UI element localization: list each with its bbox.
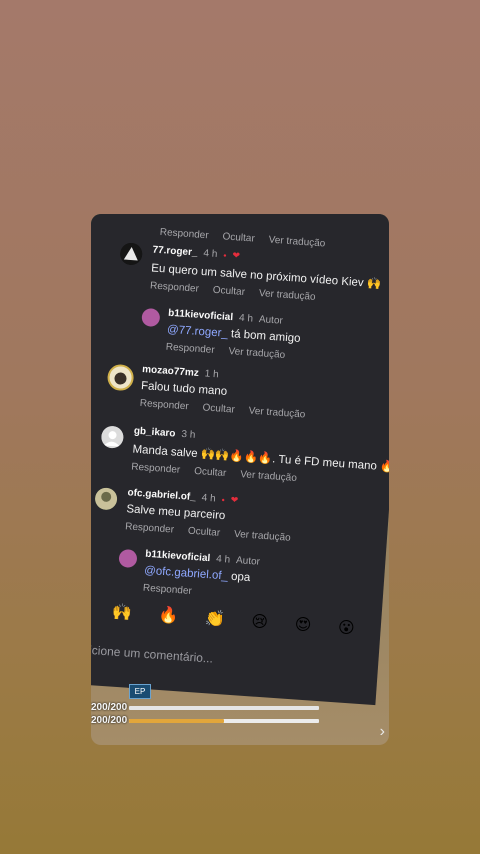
armor-bar-fill <box>129 719 224 723</box>
translate-button[interactable]: Ver tradução <box>228 346 285 361</box>
hide-button[interactable]: Ocultar <box>194 466 227 479</box>
reply-button[interactable]: Responder <box>150 280 200 294</box>
translate-button[interactable]: Ver tradução <box>259 288 316 303</box>
avatar[interactable] <box>119 242 143 266</box>
translate-button[interactable]: Ver tradução <box>248 406 305 421</box>
comment-username[interactable]: gb_ikaro <box>133 426 175 440</box>
armor-readout: 200/200 <box>91 715 128 726</box>
hide-button[interactable]: Ocultar <box>202 402 235 415</box>
translate-button[interactable]: Ver tradução <box>234 529 291 544</box>
comment-time: 4 h <box>238 312 254 325</box>
comment-username[interactable]: b11kievoficial <box>168 308 234 324</box>
surprised-emoji-button[interactable]: 😮 <box>337 617 355 637</box>
comment-username[interactable]: 77.roger_ <box>152 244 198 258</box>
author-badge: Autor <box>235 555 261 568</box>
game-hud: EP 200/200 200/200 › <box>91 682 389 745</box>
hide-button[interactable]: Ocultar <box>222 231 255 244</box>
comment-0-actions-row: Responder Ocultar Ver tradução <box>159 221 326 250</box>
avatar[interactable] <box>118 548 138 569</box>
reply-button[interactable]: Responder <box>131 462 181 476</box>
comment-username[interactable]: ofc.gabriel.of_ <box>127 487 196 503</box>
comment-input[interactable]: Adicione um comentário... <box>91 642 213 666</box>
avatar[interactable] <box>141 307 161 328</box>
avatar[interactable] <box>100 425 125 449</box>
heart-icon: • <box>222 249 227 261</box>
comment-time: 3 h <box>181 428 196 441</box>
heart-icon: • <box>221 494 226 505</box>
chevron-right-icon[interactable]: › <box>380 723 385 741</box>
comment-item: ofc.gabriel.of_ 4 h • ❤ Salve meu parcei… <box>125 487 294 543</box>
mention-link[interactable]: @77.roger_ <box>167 324 229 340</box>
comment-time: 4 h <box>201 492 216 505</box>
comment-text: @77.roger_ tá bom amigo <box>166 323 301 345</box>
comment-item: mozao77mz 1 h Falou tudo mano Responder … <box>139 364 308 420</box>
crying-emoji-button[interactable]: 😢 <box>251 611 269 631</box>
raised-hands-emoji-button[interactable]: 🙌 <box>111 602 132 622</box>
avatar[interactable] <box>106 363 135 392</box>
hide-button[interactable]: Ocultar <box>212 285 245 298</box>
comments-panel: Responder Ocultar Ver tradução 77.roger_… <box>91 214 389 706</box>
liked-heart-icon: ❤ <box>232 250 241 261</box>
liked-heart-icon: ❤ <box>230 494 239 506</box>
hp-readout: 200/200 <box>91 702 128 713</box>
heart-eyes-emoji-button[interactable]: 😍 <box>294 614 312 634</box>
comment-reply: b11kievoficial 4 h Autor @ofc.gabriel.of… <box>143 549 261 602</box>
emoji-reaction-bar: ❤️ 🙌 🔥 👏 😢 😍 😮 <box>91 598 355 638</box>
reply-button[interactable]: Responder <box>165 342 215 356</box>
comment-time: 1 h <box>204 368 219 381</box>
avatar[interactable] <box>94 487 118 511</box>
reply-button[interactable]: Responder <box>139 398 189 412</box>
translate-button[interactable]: Ver tradução <box>240 469 297 484</box>
comment-username[interactable]: mozao77mz <box>142 364 199 379</box>
clap-emoji-button[interactable]: 👏 <box>204 608 225 628</box>
reply-button[interactable]: Responder <box>125 521 175 535</box>
video-card[interactable]: ⌛ Responder Ocultar Ver tradução 77.roge… <box>91 214 389 745</box>
comment-composer[interactable]: Adicione um comentário... <box>91 633 379 685</box>
author-badge: Autor <box>258 314 284 327</box>
reply-button[interactable]: Responder <box>159 227 209 241</box>
translate-button[interactable]: Ver tradução <box>268 235 325 250</box>
comment-reply: b11kievoficial 4 h Autor @77.roger_ tá b… <box>165 308 302 362</box>
comment-item: 77.roger_ 4 h • ❤ Eu quero um salve no p… <box>150 244 383 307</box>
comment-text: @ofc.gabriel.of_ opa <box>143 564 251 585</box>
hide-button[interactable]: Ocultar <box>188 526 221 539</box>
fire-emoji-button[interactable]: 🔥 <box>158 605 179 625</box>
comment-time: 4 h <box>203 248 218 260</box>
ep-badge: EP <box>129 684 151 699</box>
comment-item: gb_ikaro 3 h Manda salve 🙌🙌🔥🔥🔥. Tu é FD … <box>131 426 389 492</box>
comment-time: 4 h <box>215 553 231 566</box>
hp-bar <box>129 706 319 710</box>
reply-button[interactable]: Responder <box>143 583 193 597</box>
comment-username[interactable]: b11kievoficial <box>145 549 211 565</box>
mention-link[interactable]: @ofc.gabriel.of_ <box>144 565 229 583</box>
